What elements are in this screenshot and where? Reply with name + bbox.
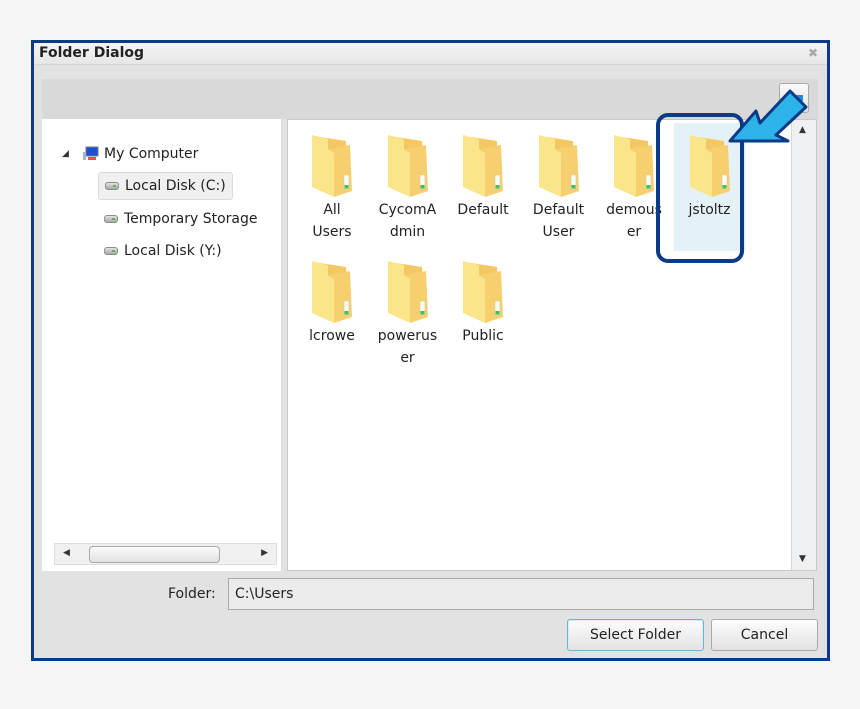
folder-item-cycomadmin[interactable]: CycomA dmin: [372, 123, 444, 243]
scroll-thumb[interactable]: [89, 546, 220, 563]
dialog-title: Folder Dialog: [39, 45, 145, 61]
tree-item-label: Local Disk (C:): [125, 178, 226, 194]
scroll-down-icon[interactable]: ▼: [799, 554, 806, 564]
disk-icon: [105, 182, 119, 190]
back-button[interactable]: [779, 83, 809, 113]
title-bar: Folder Dialog ✖: [34, 43, 827, 65]
folder-item-label: CycomA dmin: [378, 202, 437, 240]
folder-path-input[interactable]: [228, 578, 814, 610]
folder-item-default[interactable]: Default: [447, 123, 519, 221]
tree-root-label: My Computer: [104, 146, 199, 162]
folder-item-label: Default: [457, 202, 509, 218]
folder-item-label: lcrowe: [309, 328, 355, 344]
scroll-left-icon[interactable]: ◀: [63, 548, 70, 558]
folder-icon: [312, 261, 352, 323]
cancel-button[interactable]: Cancel: [711, 619, 818, 651]
select-folder-button[interactable]: Select Folder: [567, 619, 704, 651]
vertical-scrollbar[interactable]: ▲ ▼: [791, 120, 816, 570]
folder-item-public[interactable]: Public: [447, 249, 519, 347]
computer-icon: [83, 146, 99, 160]
folder-icon: [463, 135, 503, 197]
folder-icon: [312, 135, 352, 197]
tree-item-label: Local Disk (Y:): [124, 243, 222, 259]
folder-tree: ◢ My Computer Local Disk (C:) Temporary …: [42, 119, 282, 571]
folder-icon: [387, 261, 428, 323]
folder-dialog: Folder Dialog ✖ ◢ My Computer Local Disk…: [31, 40, 830, 661]
folder-item-demouser[interactable]: demous er: [598, 123, 670, 243]
scroll-right-icon[interactable]: ▶: [261, 548, 268, 558]
folder-icon: [538, 135, 579, 197]
folder-item-label: powerus er: [377, 328, 438, 366]
close-icon[interactable]: ✖: [807, 47, 819, 59]
disk-icon: [104, 247, 118, 255]
tree-item-temporary-storage[interactable]: Temporary Storage: [98, 205, 263, 233]
folder-item-jstoltz[interactable]: jstoltz: [673, 123, 746, 251]
folder-item-all-users[interactable]: All Users: [296, 123, 368, 243]
disk-icon: [104, 215, 118, 223]
arrow-left-icon: [785, 91, 803, 105]
folder-icon: [689, 135, 730, 197]
tree-item-local-disk-c[interactable]: Local Disk (C:): [98, 172, 233, 200]
folder-item-label: jstoltz: [688, 202, 731, 218]
folder-item-poweruser[interactable]: powerus er: [372, 249, 444, 369]
folder-item-label: All Users: [312, 202, 352, 240]
folder-icon: [463, 261, 503, 323]
folder-item-label: demous er: [606, 202, 662, 240]
expand-triangle-icon[interactable]: ◢: [62, 149, 72, 159]
scroll-up-icon[interactable]: ▲: [799, 125, 806, 135]
folder-contents: All Users CycomA dmin Default Default User demo…: [287, 119, 817, 571]
folder-icon: [387, 135, 428, 197]
tree-item-local-disk-y[interactable]: Local Disk (Y:): [98, 237, 228, 265]
tree-item-label: Temporary Storage: [124, 211, 258, 227]
horizontal-scrollbar[interactable]: ◀ ▶: [54, 543, 277, 565]
folder-item-lcrowe[interactable]: lcrowe: [296, 249, 368, 347]
folder-icon: [614, 135, 654, 197]
folder-path-label: Folder:: [168, 586, 216, 602]
folder-item-default-user[interactable]: Default User: [523, 123, 595, 243]
toolbar: [42, 79, 818, 119]
folder-item-label: Public: [462, 328, 504, 344]
folder-item-label: Default User: [532, 202, 585, 240]
tree-root-my-computer[interactable]: ◢ My Computer: [62, 146, 198, 162]
